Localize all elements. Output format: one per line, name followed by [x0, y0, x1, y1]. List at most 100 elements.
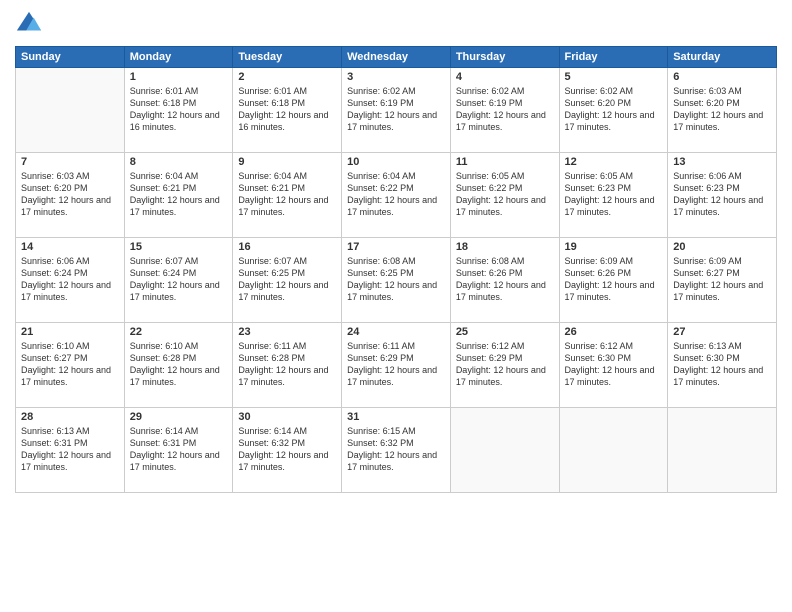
calendar-cell: 6 Sunrise: 6:03 AMSunset: 6:20 PMDayligh…: [668, 68, 777, 153]
weekday-header-row: SundayMondayTuesdayWednesdayThursdayFrid…: [16, 47, 777, 68]
day-info: Sunrise: 6:02 AMSunset: 6:19 PMDaylight:…: [456, 85, 554, 134]
day-info: Sunrise: 6:06 AMSunset: 6:23 PMDaylight:…: [673, 170, 771, 219]
day-number: 16: [238, 241, 336, 253]
day-info: Sunrise: 6:01 AMSunset: 6:18 PMDaylight:…: [238, 85, 336, 134]
calendar-cell: [16, 68, 125, 153]
day-number: 17: [347, 241, 445, 253]
week-row-2: 7 Sunrise: 6:03 AMSunset: 6:20 PMDayligh…: [16, 153, 777, 238]
calendar-cell: [450, 408, 559, 493]
week-row-4: 21 Sunrise: 6:10 AMSunset: 6:27 PMDaylig…: [16, 323, 777, 408]
day-info: Sunrise: 6:15 AMSunset: 6:32 PMDaylight:…: [347, 425, 445, 474]
day-number: 8: [130, 156, 228, 168]
day-number: 24: [347, 326, 445, 338]
day-info: Sunrise: 6:14 AMSunset: 6:32 PMDaylight:…: [238, 425, 336, 474]
day-info: Sunrise: 6:12 AMSunset: 6:29 PMDaylight:…: [456, 340, 554, 389]
weekday-header-thursday: Thursday: [450, 47, 559, 68]
day-number: 13: [673, 156, 771, 168]
week-row-3: 14 Sunrise: 6:06 AMSunset: 6:24 PMDaylig…: [16, 238, 777, 323]
day-info: Sunrise: 6:11 AMSunset: 6:28 PMDaylight:…: [238, 340, 336, 389]
calendar-cell: 8 Sunrise: 6:04 AMSunset: 6:21 PMDayligh…: [124, 153, 233, 238]
day-number: 19: [565, 241, 663, 253]
calendar-cell: 21 Sunrise: 6:10 AMSunset: 6:27 PMDaylig…: [16, 323, 125, 408]
day-number: 6: [673, 71, 771, 83]
day-number: 14: [21, 241, 119, 253]
day-info: Sunrise: 6:04 AMSunset: 6:21 PMDaylight:…: [130, 170, 228, 219]
day-info: Sunrise: 6:10 AMSunset: 6:27 PMDaylight:…: [21, 340, 119, 389]
day-info: Sunrise: 6:12 AMSunset: 6:30 PMDaylight:…: [565, 340, 663, 389]
calendar-cell: 16 Sunrise: 6:07 AMSunset: 6:25 PMDaylig…: [233, 238, 342, 323]
day-number: 15: [130, 241, 228, 253]
calendar-cell: 1 Sunrise: 6:01 AMSunset: 6:18 PMDayligh…: [124, 68, 233, 153]
calendar-cell: 10 Sunrise: 6:04 AMSunset: 6:22 PMDaylig…: [342, 153, 451, 238]
calendar-cell: 29 Sunrise: 6:14 AMSunset: 6:31 PMDaylig…: [124, 408, 233, 493]
day-number: 22: [130, 326, 228, 338]
day-info: Sunrise: 6:11 AMSunset: 6:29 PMDaylight:…: [347, 340, 445, 389]
day-number: 9: [238, 156, 336, 168]
day-number: 2: [238, 71, 336, 83]
day-number: 5: [565, 71, 663, 83]
week-row-5: 28 Sunrise: 6:13 AMSunset: 6:31 PMDaylig…: [16, 408, 777, 493]
day-number: 21: [21, 326, 119, 338]
day-info: Sunrise: 6:03 AMSunset: 6:20 PMDaylight:…: [21, 170, 119, 219]
day-number: 12: [565, 156, 663, 168]
weekday-header-monday: Monday: [124, 47, 233, 68]
day-number: 3: [347, 71, 445, 83]
calendar-cell: 15 Sunrise: 6:07 AMSunset: 6:24 PMDaylig…: [124, 238, 233, 323]
day-number: 26: [565, 326, 663, 338]
calendar-cell: 12 Sunrise: 6:05 AMSunset: 6:23 PMDaylig…: [559, 153, 668, 238]
calendar-cell: 13 Sunrise: 6:06 AMSunset: 6:23 PMDaylig…: [668, 153, 777, 238]
day-info: Sunrise: 6:03 AMSunset: 6:20 PMDaylight:…: [673, 85, 771, 134]
header: [15, 10, 777, 38]
day-number: 10: [347, 156, 445, 168]
calendar-cell: [668, 408, 777, 493]
day-info: Sunrise: 6:05 AMSunset: 6:23 PMDaylight:…: [565, 170, 663, 219]
weekday-header-wednesday: Wednesday: [342, 47, 451, 68]
day-info: Sunrise: 6:07 AMSunset: 6:24 PMDaylight:…: [130, 255, 228, 304]
day-info: Sunrise: 6:01 AMSunset: 6:18 PMDaylight:…: [130, 85, 228, 134]
day-info: Sunrise: 6:10 AMSunset: 6:28 PMDaylight:…: [130, 340, 228, 389]
day-info: Sunrise: 6:09 AMSunset: 6:27 PMDaylight:…: [673, 255, 771, 304]
calendar-cell: [559, 408, 668, 493]
calendar-cell: 22 Sunrise: 6:10 AMSunset: 6:28 PMDaylig…: [124, 323, 233, 408]
calendar-cell: 24 Sunrise: 6:11 AMSunset: 6:29 PMDaylig…: [342, 323, 451, 408]
day-info: Sunrise: 6:06 AMSunset: 6:24 PMDaylight:…: [21, 255, 119, 304]
calendar-cell: 17 Sunrise: 6:08 AMSunset: 6:25 PMDaylig…: [342, 238, 451, 323]
day-number: 29: [130, 411, 228, 423]
calendar-cell: 9 Sunrise: 6:04 AMSunset: 6:21 PMDayligh…: [233, 153, 342, 238]
calendar-cell: 14 Sunrise: 6:06 AMSunset: 6:24 PMDaylig…: [16, 238, 125, 323]
day-number: 18: [456, 241, 554, 253]
day-info: Sunrise: 6:02 AMSunset: 6:20 PMDaylight:…: [565, 85, 663, 134]
calendar-cell: 20 Sunrise: 6:09 AMSunset: 6:27 PMDaylig…: [668, 238, 777, 323]
day-number: 31: [347, 411, 445, 423]
calendar-cell: 30 Sunrise: 6:14 AMSunset: 6:32 PMDaylig…: [233, 408, 342, 493]
day-number: 4: [456, 71, 554, 83]
day-info: Sunrise: 6:08 AMSunset: 6:26 PMDaylight:…: [456, 255, 554, 304]
weekday-header-friday: Friday: [559, 47, 668, 68]
day-info: Sunrise: 6:05 AMSunset: 6:22 PMDaylight:…: [456, 170, 554, 219]
calendar-cell: 28 Sunrise: 6:13 AMSunset: 6:31 PMDaylig…: [16, 408, 125, 493]
calendar-cell: 31 Sunrise: 6:15 AMSunset: 6:32 PMDaylig…: [342, 408, 451, 493]
logo: [15, 10, 47, 38]
weekday-header-sunday: Sunday: [16, 47, 125, 68]
day-info: Sunrise: 6:07 AMSunset: 6:25 PMDaylight:…: [238, 255, 336, 304]
day-number: 27: [673, 326, 771, 338]
day-info: Sunrise: 6:08 AMSunset: 6:25 PMDaylight:…: [347, 255, 445, 304]
day-number: 20: [673, 241, 771, 253]
day-number: 30: [238, 411, 336, 423]
day-number: 1: [130, 71, 228, 83]
week-row-1: 1 Sunrise: 6:01 AMSunset: 6:18 PMDayligh…: [16, 68, 777, 153]
calendar-cell: 5 Sunrise: 6:02 AMSunset: 6:20 PMDayligh…: [559, 68, 668, 153]
day-info: Sunrise: 6:04 AMSunset: 6:22 PMDaylight:…: [347, 170, 445, 219]
calendar-cell: 3 Sunrise: 6:02 AMSunset: 6:19 PMDayligh…: [342, 68, 451, 153]
calendar-cell: 19 Sunrise: 6:09 AMSunset: 6:26 PMDaylig…: [559, 238, 668, 323]
calendar-table: SundayMondayTuesdayWednesdayThursdayFrid…: [15, 46, 777, 493]
weekday-header-saturday: Saturday: [668, 47, 777, 68]
calendar-cell: 26 Sunrise: 6:12 AMSunset: 6:30 PMDaylig…: [559, 323, 668, 408]
day-number: 11: [456, 156, 554, 168]
page-container: SundayMondayTuesdayWednesdayThursdayFrid…: [0, 0, 792, 503]
weekday-header-tuesday: Tuesday: [233, 47, 342, 68]
day-number: 23: [238, 326, 336, 338]
calendar-cell: 2 Sunrise: 6:01 AMSunset: 6:18 PMDayligh…: [233, 68, 342, 153]
calendar-cell: 18 Sunrise: 6:08 AMSunset: 6:26 PMDaylig…: [450, 238, 559, 323]
day-info: Sunrise: 6:09 AMSunset: 6:26 PMDaylight:…: [565, 255, 663, 304]
